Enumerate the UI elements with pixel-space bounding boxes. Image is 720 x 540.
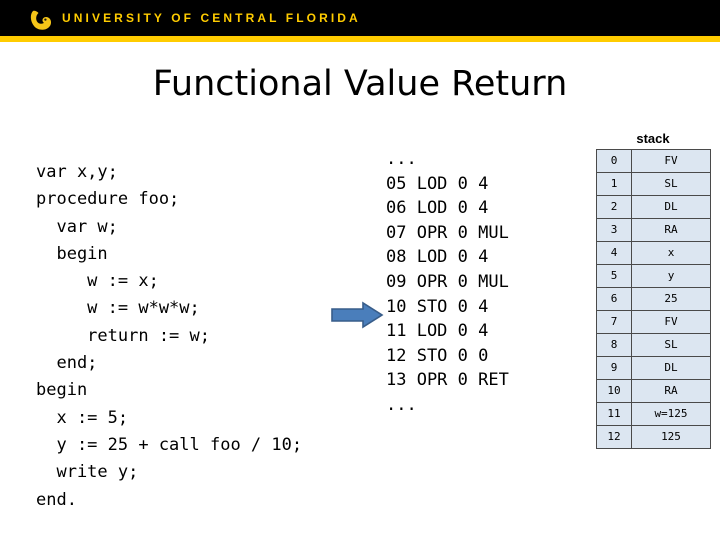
stack-cell-value: y xyxy=(631,264,711,288)
stack-cell-index: 4 xyxy=(596,241,632,265)
stack-cell-value: SL xyxy=(631,172,711,196)
stack-row: 7 FV xyxy=(596,310,711,334)
stack-cell-index: 12 xyxy=(596,425,632,449)
stack-row: 0 FV xyxy=(596,149,711,173)
assembly-code-block: ... 05 LOD 0 4 06 LOD 0 4 07 OPR 0 MUL 0… xyxy=(386,149,509,415)
stack-cell-value: 125 xyxy=(631,425,711,449)
stack-cell-index: 1 xyxy=(596,172,632,196)
stack-cell-value: RA xyxy=(631,379,711,403)
stack-cell-value: 25 xyxy=(631,287,711,311)
header-gold-stripe xyxy=(0,36,720,42)
stack-cell-value: x xyxy=(631,241,711,265)
stack-cell-value: DL xyxy=(631,356,711,380)
stack-table-body: 0 FV 1 SL 2 DL 3 RA 4 x 5 y 6 25 7 FV 8 SL 9 DL 10 RA 11 w=125 1… xyxy=(596,149,711,449)
stack-cell-index: 6 xyxy=(596,287,632,311)
stack-cell-index: 10 xyxy=(596,379,632,403)
ucf-pegasus-icon xyxy=(28,8,54,32)
stack-cell-index: 3 xyxy=(596,218,632,242)
right-arrow-icon xyxy=(330,301,384,329)
page-title: Functional Value Return xyxy=(152,64,568,104)
stack-cell-index: 5 xyxy=(596,264,632,288)
stack-cell-index: 0 xyxy=(596,149,632,173)
stack-table: 0 FV 1 SL 2 DL 3 RA 4 x 5 y 6 25 7 FV 8 SL 9 DL 10 RA 11 w=125 1… xyxy=(596,149,711,449)
stack-cell-value: FV xyxy=(631,149,711,173)
stack-row: 11 w=125 xyxy=(596,402,711,426)
stack-row: 4x xyxy=(596,241,711,265)
stack-cell-index: 9 xyxy=(596,356,632,380)
stack-row: 3 RA xyxy=(596,218,711,242)
stack-row: 8 SL xyxy=(596,333,711,357)
stack-cell-value: w=125 xyxy=(631,402,711,426)
stack-caption: stack xyxy=(636,131,670,146)
stack-row: 2 DL xyxy=(596,195,711,219)
stack-panel: stack 0 FV 1 SL 2 DL 3 RA 4 x 5 y 6 25 7 FV 8 SL 9 DL 10 RA 11… xyxy=(596,131,711,449)
stack-cell-value: RA xyxy=(631,218,711,242)
stack-cell-value: DL xyxy=(631,195,711,219)
stack-cell-index: 8 xyxy=(596,333,632,357)
university-name: UNIVERSITY OF CENTRAL FLORIDA xyxy=(62,11,361,25)
stack-cell-index: 11 xyxy=(596,402,632,426)
stack-row: 9 DL xyxy=(596,356,711,380)
source-code-block: var x,y; procedure foo; var w; begin w :… xyxy=(36,162,303,510)
stack-cell-index: 7 xyxy=(596,310,632,334)
stack-row: 12 125 xyxy=(596,425,711,449)
stack-cell-index: 2 xyxy=(596,195,632,219)
stack-row: 10 RA xyxy=(596,379,711,403)
stack-row: 5y xyxy=(596,264,711,288)
stack-cell-value: FV xyxy=(631,310,711,334)
stack-row: 6 25 xyxy=(596,287,711,311)
stack-row: 1 SL xyxy=(596,172,711,196)
stack-cell-value: SL xyxy=(631,333,711,357)
